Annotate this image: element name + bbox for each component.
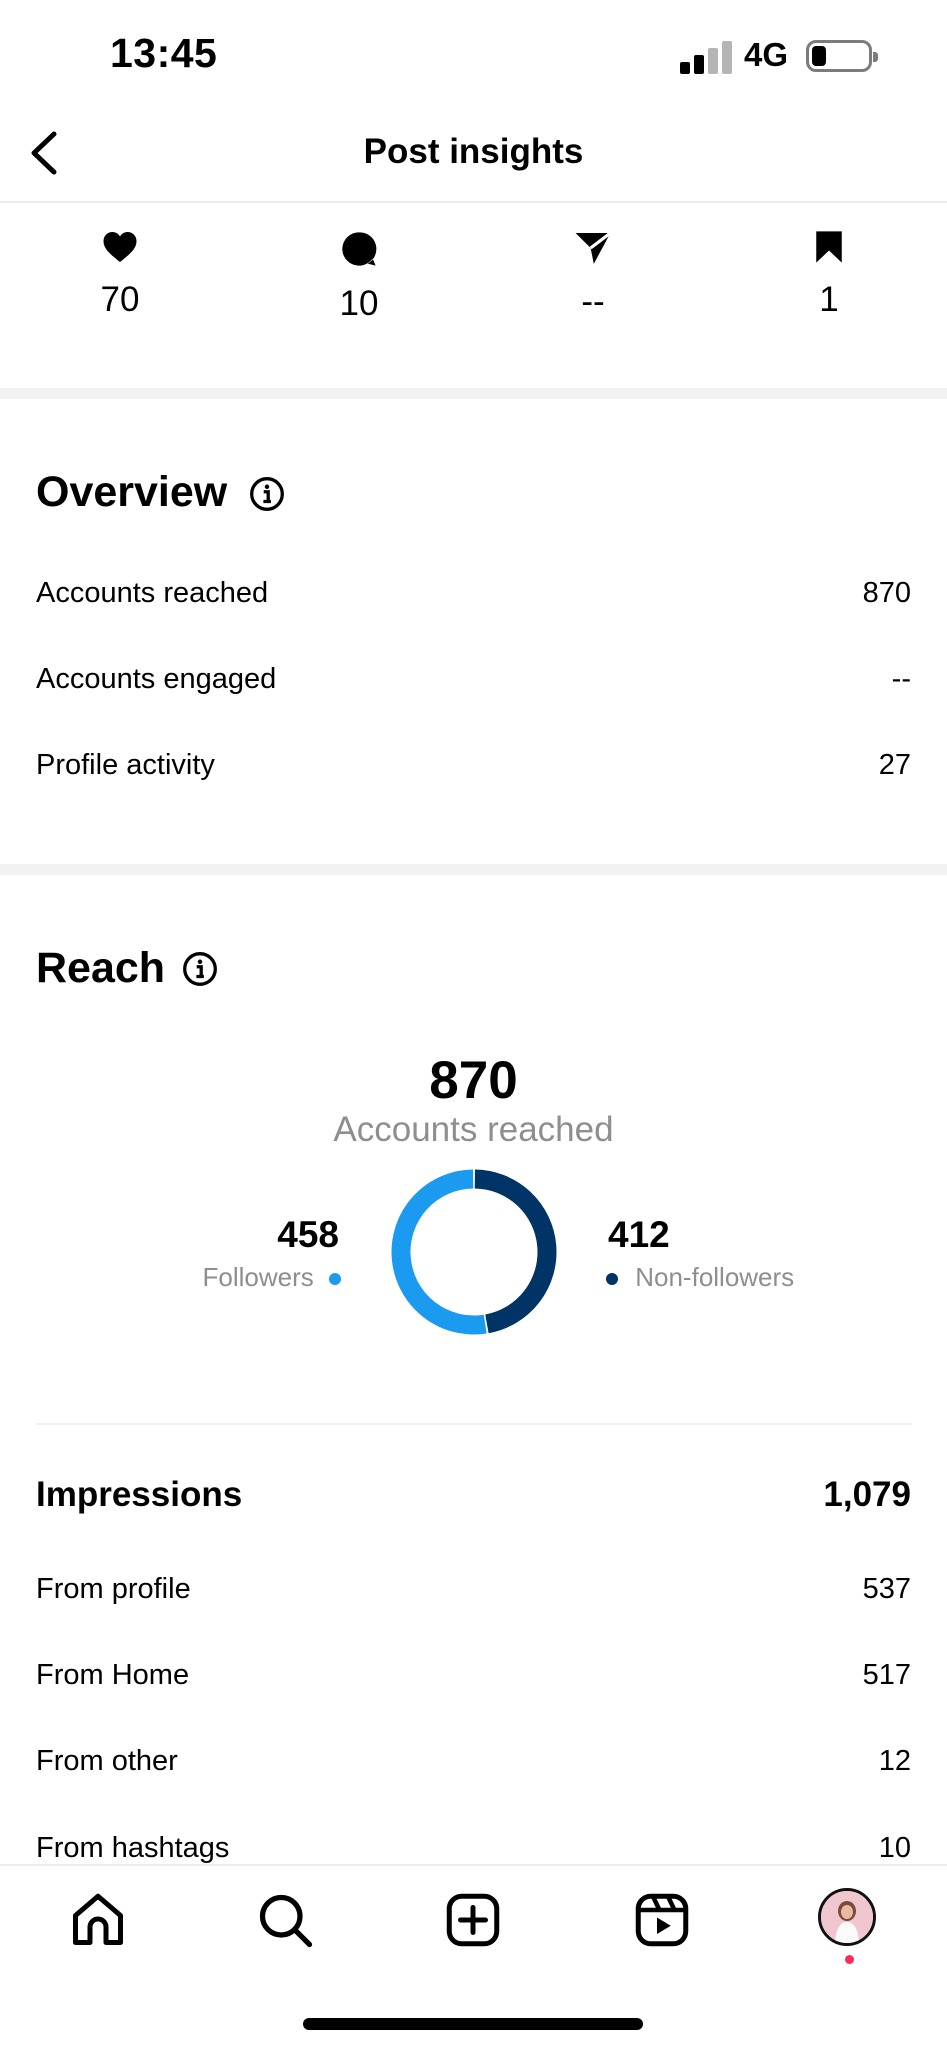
non-followers-legend: Non-followers xyxy=(606,1262,794,1293)
status-time: 13:45 xyxy=(110,30,218,76)
header-divider xyxy=(0,201,947,203)
reach-total: 870 xyxy=(429,1051,518,1110)
profile-activity-value: 27 xyxy=(878,749,911,781)
likes-metric: 70 xyxy=(45,230,195,320)
profile-avatar xyxy=(821,1891,873,1943)
comments-count: 10 xyxy=(339,284,379,323)
reach-donut-chart xyxy=(391,1169,557,1335)
create-icon xyxy=(446,1893,500,1947)
from-profile-label: From profile xyxy=(36,1573,191,1605)
accounts-engaged-value: -- xyxy=(891,663,911,695)
info-icon xyxy=(250,477,284,511)
profile-activity-label: Profile activity xyxy=(36,749,215,781)
reach-info-button[interactable] xyxy=(182,951,218,992)
shares-count: -- xyxy=(581,282,605,321)
heart-icon xyxy=(103,232,137,262)
saves-count: 1 xyxy=(819,280,839,319)
reach-total-label: Accounts reached xyxy=(333,1110,614,1149)
followers-legend: Followers xyxy=(203,1262,341,1293)
nav-profile-button[interactable] xyxy=(818,1888,876,1946)
non-followers-count: 412 xyxy=(608,1214,670,1255)
impressions-title: Impressions xyxy=(36,1475,243,1514)
nav-home-button[interactable] xyxy=(68,1890,128,1950)
comment-icon xyxy=(342,232,377,266)
bookmark-icon xyxy=(816,231,842,263)
likes-count: 70 xyxy=(100,280,140,319)
reach-divider xyxy=(36,1423,911,1425)
share-icon xyxy=(575,231,612,264)
donut-slice-followers xyxy=(391,1169,487,1335)
from-hashtags-label: From hashtags xyxy=(36,1832,230,1864)
accounts-reached-value: 870 xyxy=(862,577,911,609)
followers-label: Followers xyxy=(202,1262,314,1292)
donut-slice-non-followers xyxy=(474,1169,557,1334)
nav-reels-button[interactable] xyxy=(632,1890,692,1950)
section-divider xyxy=(0,864,947,875)
battery-icon xyxy=(806,40,878,72)
reels-icon xyxy=(635,1893,689,1947)
from-hashtags-value: 10 xyxy=(878,1832,911,1864)
impressions-total: 1,079 xyxy=(823,1475,911,1514)
from-other-value: 12 xyxy=(878,1745,911,1777)
non-followers-label: Non-followers xyxy=(635,1262,795,1292)
from-profile-value: 537 xyxy=(862,1573,911,1605)
nav-create-button[interactable] xyxy=(443,1890,503,1950)
non-followers-dot xyxy=(606,1273,618,1286)
section-divider xyxy=(0,388,947,399)
comments-metric: 10 xyxy=(284,230,434,324)
overview-title: Overview xyxy=(36,468,228,516)
followers-count: 458 xyxy=(277,1214,339,1255)
from-other-label: From other xyxy=(36,1745,178,1777)
notification-dot xyxy=(845,1955,854,1964)
reach-title: Reach xyxy=(36,944,166,992)
network-type: 4G xyxy=(744,36,789,73)
info-icon xyxy=(183,952,217,986)
saves-metric: 1 xyxy=(754,230,904,320)
from-home-label: From Home xyxy=(36,1659,190,1691)
signal-icon xyxy=(680,40,732,74)
overview-info-button[interactable] xyxy=(249,476,285,517)
nav-search-button[interactable] xyxy=(255,1890,315,1950)
home-icon xyxy=(73,1893,123,1945)
followers-dot xyxy=(329,1273,341,1286)
accounts-engaged-label: Accounts engaged xyxy=(36,663,277,695)
accounts-reached-label: Accounts reached xyxy=(36,577,269,609)
shares-metric: -- xyxy=(518,230,668,322)
home-indicator xyxy=(303,2018,643,2030)
from-home-value: 517 xyxy=(862,1659,911,1691)
page-title: Post insights xyxy=(363,132,584,171)
search-icon xyxy=(259,1894,313,1948)
